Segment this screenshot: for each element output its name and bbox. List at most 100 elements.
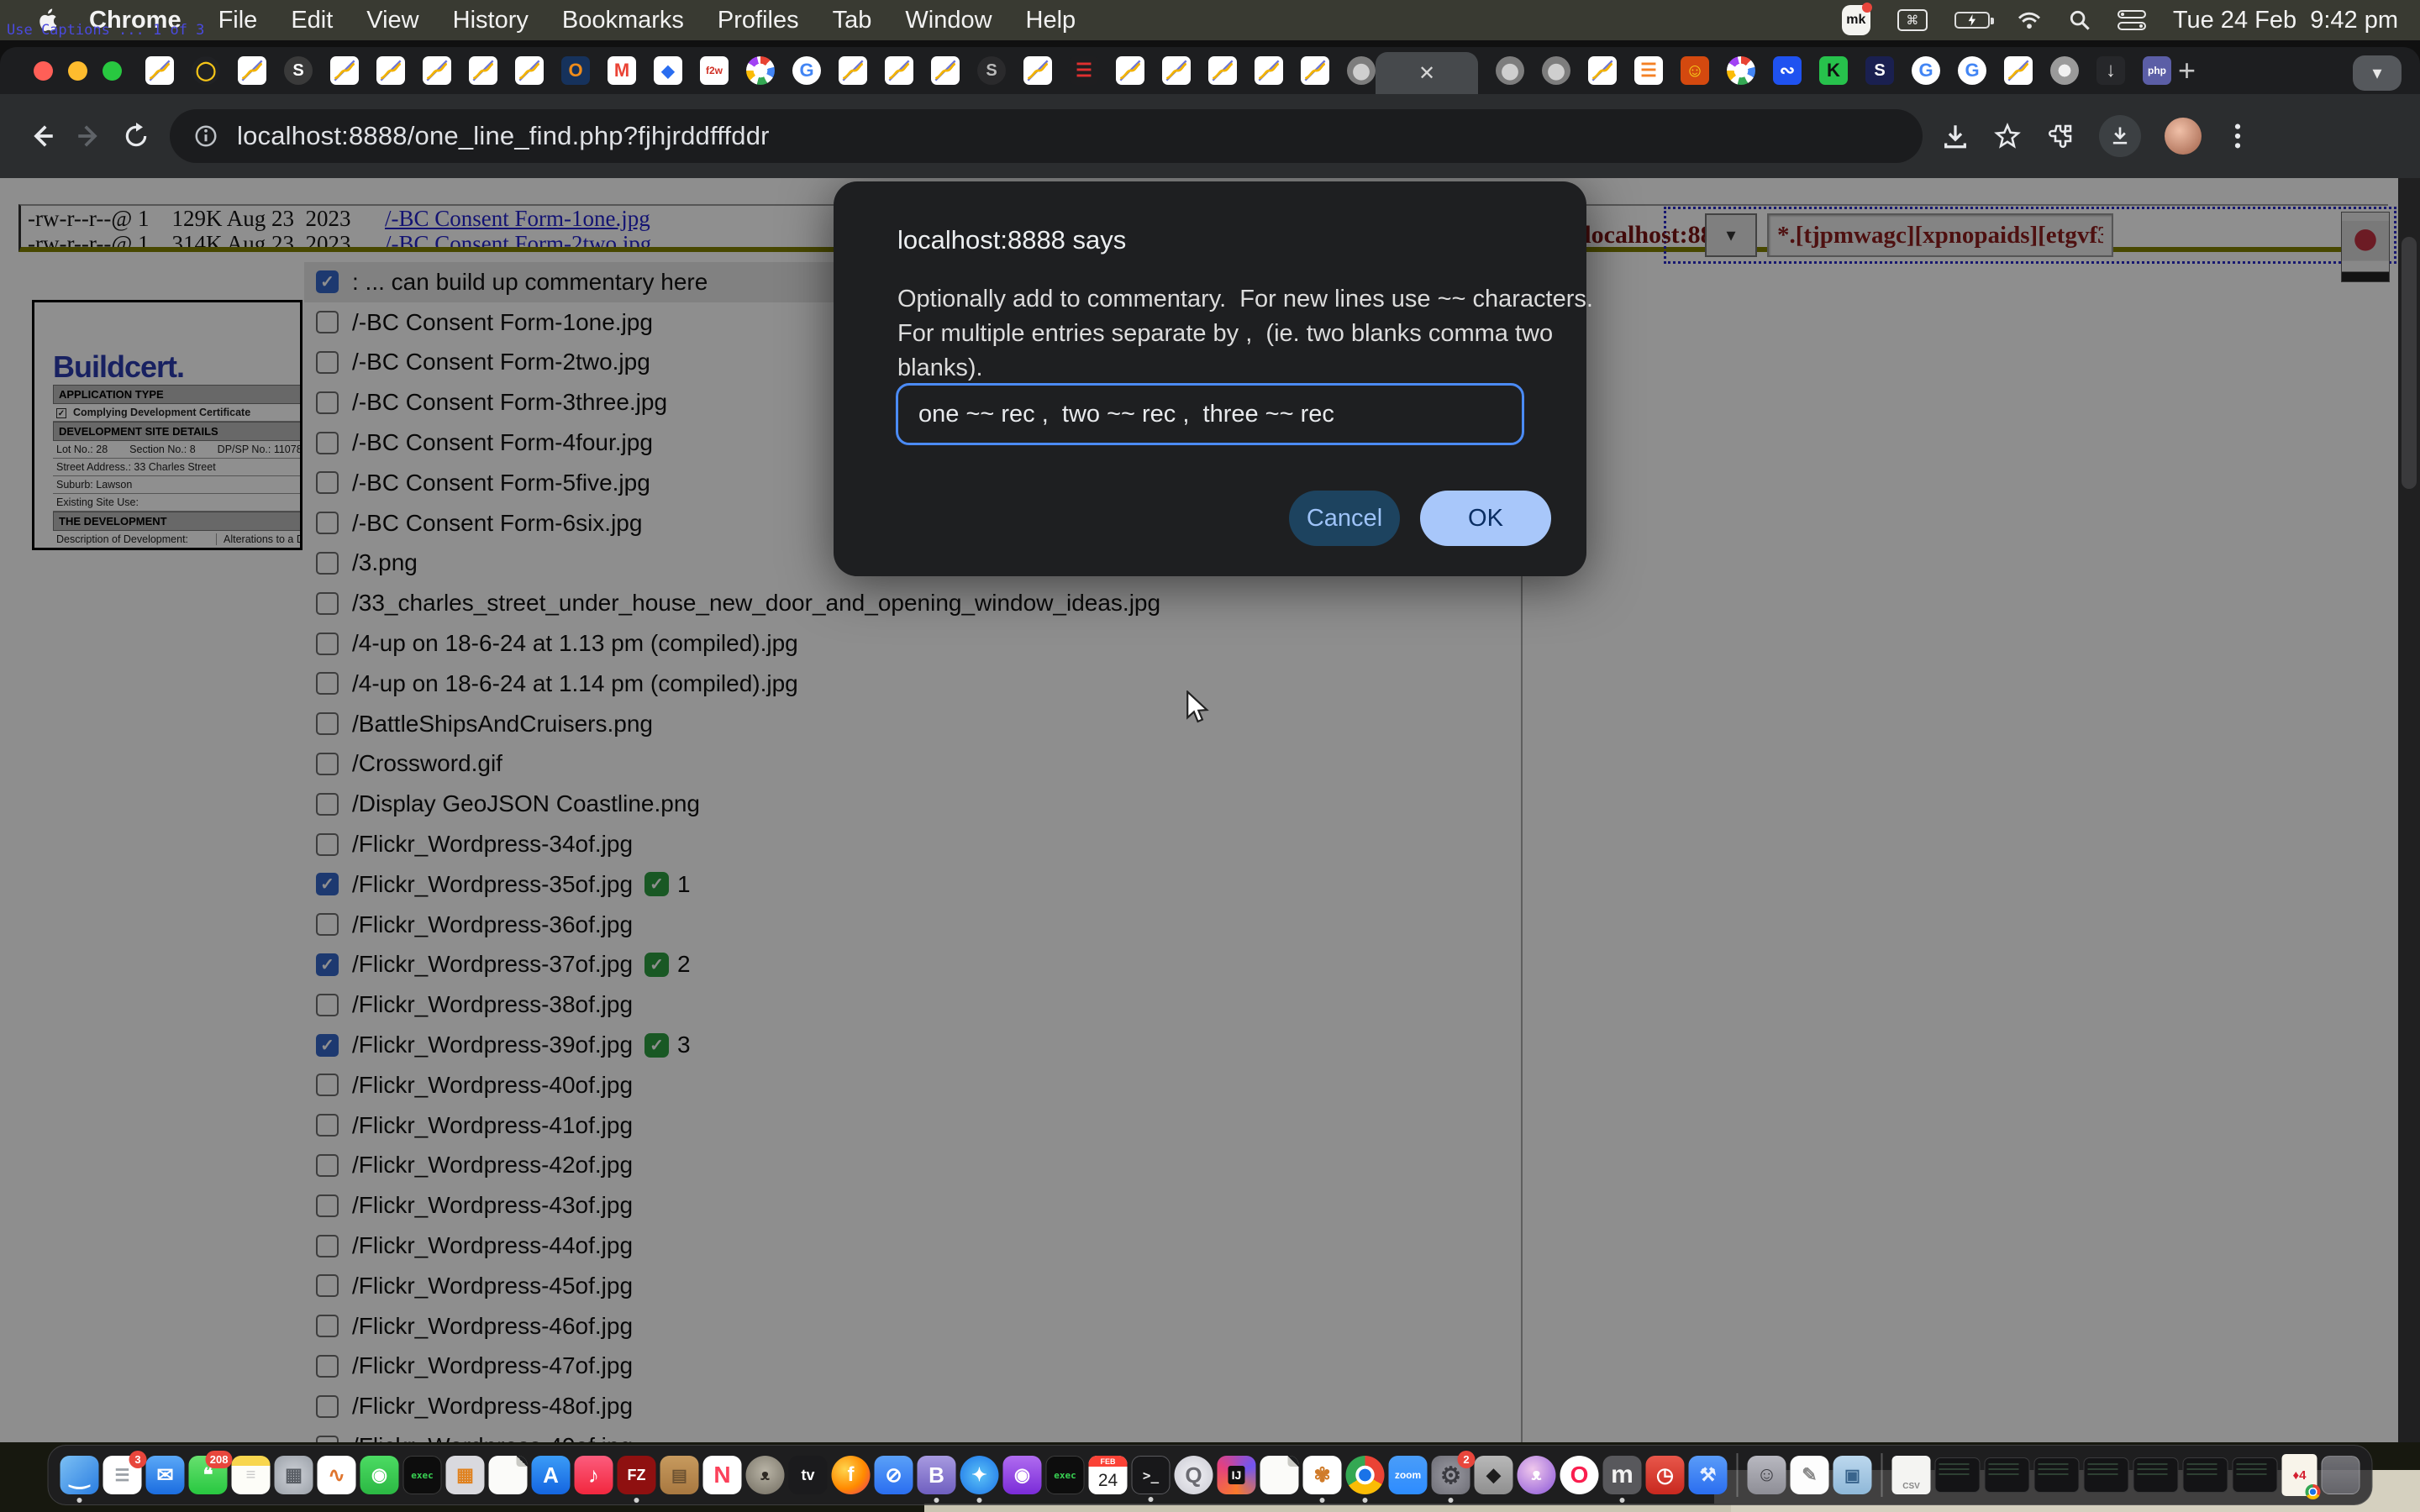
mamp-tab-favicon[interactable] [1496, 56, 1524, 85]
chart-tab-favicon[interactable] [2004, 56, 2033, 85]
gmail-tab-favicon[interactable]: M [608, 56, 636, 85]
chart-tab-favicon[interactable] [1023, 56, 1052, 85]
chart-tab-favicon[interactable] [1588, 56, 1617, 85]
chart-tab-favicon[interactable] [238, 56, 266, 85]
minimized-terminal-5-dock-icon[interactable] [2133, 1457, 2179, 1493]
filezilla-dock-icon[interactable]: FZ [618, 1456, 656, 1494]
menu-item-profiles[interactable]: Profiles [718, 7, 799, 34]
exec-terminal-dock-icon[interactable]: exec [403, 1456, 442, 1494]
safari-dock-icon[interactable]: ✦ [960, 1456, 999, 1494]
apple-tv-dock-icon[interactable]: tv [789, 1456, 828, 1494]
zoom-dock-icon[interactable]: zoom [1389, 1456, 1428, 1494]
system-settings-dock-icon[interactable]: ⚙2 [1432, 1456, 1470, 1494]
media-window-dock-icon[interactable]: ▣ [1833, 1456, 1872, 1494]
menu-item-bookmarks[interactable]: Bookmarks [562, 7, 684, 34]
bookmark-star-icon[interactable] [1993, 122, 2022, 150]
finder-dock-icon[interactable]: ‿ [60, 1456, 99, 1494]
chart-tab-favicon[interactable] [515, 56, 544, 85]
messages-dock-icon[interactable]: ❝208 [189, 1456, 228, 1494]
s-circle-tab-favicon[interactable]: S [284, 56, 313, 85]
chart-tab-favicon[interactable] [469, 56, 497, 85]
s-navy-tab-favicon[interactable]: S [1865, 56, 1894, 85]
dots-tab-favicon[interactable] [1727, 56, 1755, 85]
quicktime-dock-icon[interactable]: Q [1175, 1456, 1213, 1494]
chart-tab-favicon[interactable] [931, 56, 960, 85]
chart-tab-favicon[interactable] [885, 56, 913, 85]
menu-item-window[interactable]: Window [905, 7, 992, 34]
mamp-dock-icon[interactable]: m [1603, 1456, 1642, 1494]
inkscape-dock-icon[interactable]: ◆ [1475, 1456, 1513, 1494]
mk-app-menu-icon[interactable]: mk [1842, 5, 1870, 35]
chart-tab-favicon[interactable] [423, 56, 451, 85]
reload-button[interactable] [113, 113, 160, 160]
minimized-terminal-1-dock-icon[interactable] [1935, 1457, 1981, 1493]
dots-tab-favicon[interactable] [746, 56, 775, 85]
k-green-tab-favicon[interactable]: K [1819, 56, 1848, 85]
mamp-tab-favicon[interactable] [1542, 56, 1570, 85]
calculator-dock-icon[interactable]: ▦ [446, 1456, 485, 1494]
bbedit-dock-icon[interactable]: B [918, 1456, 956, 1494]
terminal-dock-icon[interactable]: >_ [1132, 1456, 1171, 1494]
new-tab-button[interactable]: + [2178, 53, 2196, 88]
menu-item-tab[interactable]: Tab [833, 7, 872, 34]
pet-app-dock-icon[interactable]: ᴥ [1518, 1456, 1556, 1494]
menu-item-file[interactable]: File [218, 7, 258, 34]
facetime-dock-icon[interactable]: ◉ [360, 1456, 399, 1494]
o-navy-tab-favicon[interactable]: O [561, 56, 590, 85]
firefox-dock-icon[interactable]: f [832, 1456, 871, 1494]
exec-terminal-2-dock-icon[interactable]: exec [1046, 1456, 1085, 1494]
app-store-dock-icon[interactable]: A [532, 1456, 571, 1494]
notes-dock-icon[interactable]: ≡ [232, 1456, 271, 1494]
gauge-app-dock-icon[interactable]: ◷ [1646, 1456, 1685, 1494]
textedit-dock-icon[interactable] [1260, 1456, 1299, 1494]
journal-dock-icon[interactable]: ✎ [1791, 1456, 1829, 1494]
stackoverflow-tab-favicon[interactable]: ☰ [1634, 56, 1663, 85]
minimized-terminal-6-dock-icon[interactable] [2183, 1457, 2228, 1493]
keyboard-icon[interactable]: ⌘ [1897, 9, 1928, 31]
site-info-icon[interactable] [193, 123, 218, 149]
close-tab-icon[interactable]: ✕ [1418, 61, 1435, 86]
search-icon[interactable] [2069, 9, 2091, 31]
ring-tab-favicon[interactable]: ◯ [192, 56, 220, 85]
chart-tab-favicon[interactable] [1255, 56, 1283, 85]
accessibility-dock-icon[interactable]: ☺ [1748, 1456, 1786, 1494]
chrome-dock-icon[interactable] [1346, 1456, 1385, 1494]
menu-item-view[interactable]: View [366, 7, 418, 34]
minimized-terminal-3-dock-icon[interactable] [2034, 1457, 2080, 1493]
google-tab-favicon[interactable]: G [792, 56, 821, 85]
minimized-terminal-2-dock-icon[interactable] [1985, 1457, 2030, 1493]
intellij-dock-icon[interactable]: IJ [1218, 1456, 1256, 1494]
news-dock-icon[interactable]: N [703, 1456, 742, 1494]
menu-item-history[interactable]: History [453, 7, 529, 34]
minimized-terminal-4-dock-icon[interactable] [2084, 1457, 2129, 1493]
content-blocker-dock-icon[interactable]: ⊘ [875, 1456, 913, 1494]
csv-file-dock-icon[interactable]: CSV [1892, 1456, 1931, 1494]
chart-tab-favicon[interactable] [330, 56, 359, 85]
chart-tab-favicon[interactable] [1301, 56, 1329, 85]
forward-button[interactable] [66, 113, 113, 160]
chart-tab-favicon[interactable] [376, 56, 405, 85]
gimp-dock-icon[interactable]: ᴥ [746, 1456, 785, 1494]
mamp-tab-favicon[interactable] [1347, 56, 1376, 85]
menu-item-edit[interactable]: Edit [291, 7, 333, 34]
google-dashed-tab-favicon[interactable]: G [1912, 56, 1940, 85]
book-tab-favicon[interactable]: ☺ [1681, 56, 1709, 85]
minimize-window-button[interactable] [68, 61, 87, 81]
kebab-menu-icon[interactable] [2225, 122, 2250, 150]
menubar-clock[interactable]: Tue 24 Feb 9:42 pm [2173, 7, 2398, 34]
card-game-window-dock-icon[interactable]: ♦4 [2282, 1454, 2317, 1496]
contacts-dock-icon[interactable]: ▤ [660, 1456, 699, 1494]
chrome-grey-tab-favicon[interactable] [2050, 56, 2079, 85]
opera-dock-icon[interactable]: O [1560, 1456, 1599, 1494]
minimized-terminal-7-dock-icon[interactable] [2233, 1457, 2278, 1493]
extensions-puzzle-icon[interactable] [2045, 121, 2075, 151]
mail-dock-icon[interactable]: ✉ [146, 1456, 185, 1494]
abc-tab-favicon[interactable]: ∾ [1773, 56, 1802, 85]
libreoffice-dock-icon[interactable] [489, 1456, 528, 1494]
address-bar[interactable]: localhost:8888/one_line_find.php?fjhjrdd… [170, 109, 1923, 163]
cancel-button[interactable]: Cancel [1289, 491, 1400, 546]
trash-dock-icon[interactable] [2322, 1456, 2360, 1494]
ok-button[interactable]: OK [1420, 491, 1551, 546]
chart-tab-favicon[interactable] [1208, 56, 1237, 85]
zoom-window-button[interactable] [103, 61, 122, 81]
